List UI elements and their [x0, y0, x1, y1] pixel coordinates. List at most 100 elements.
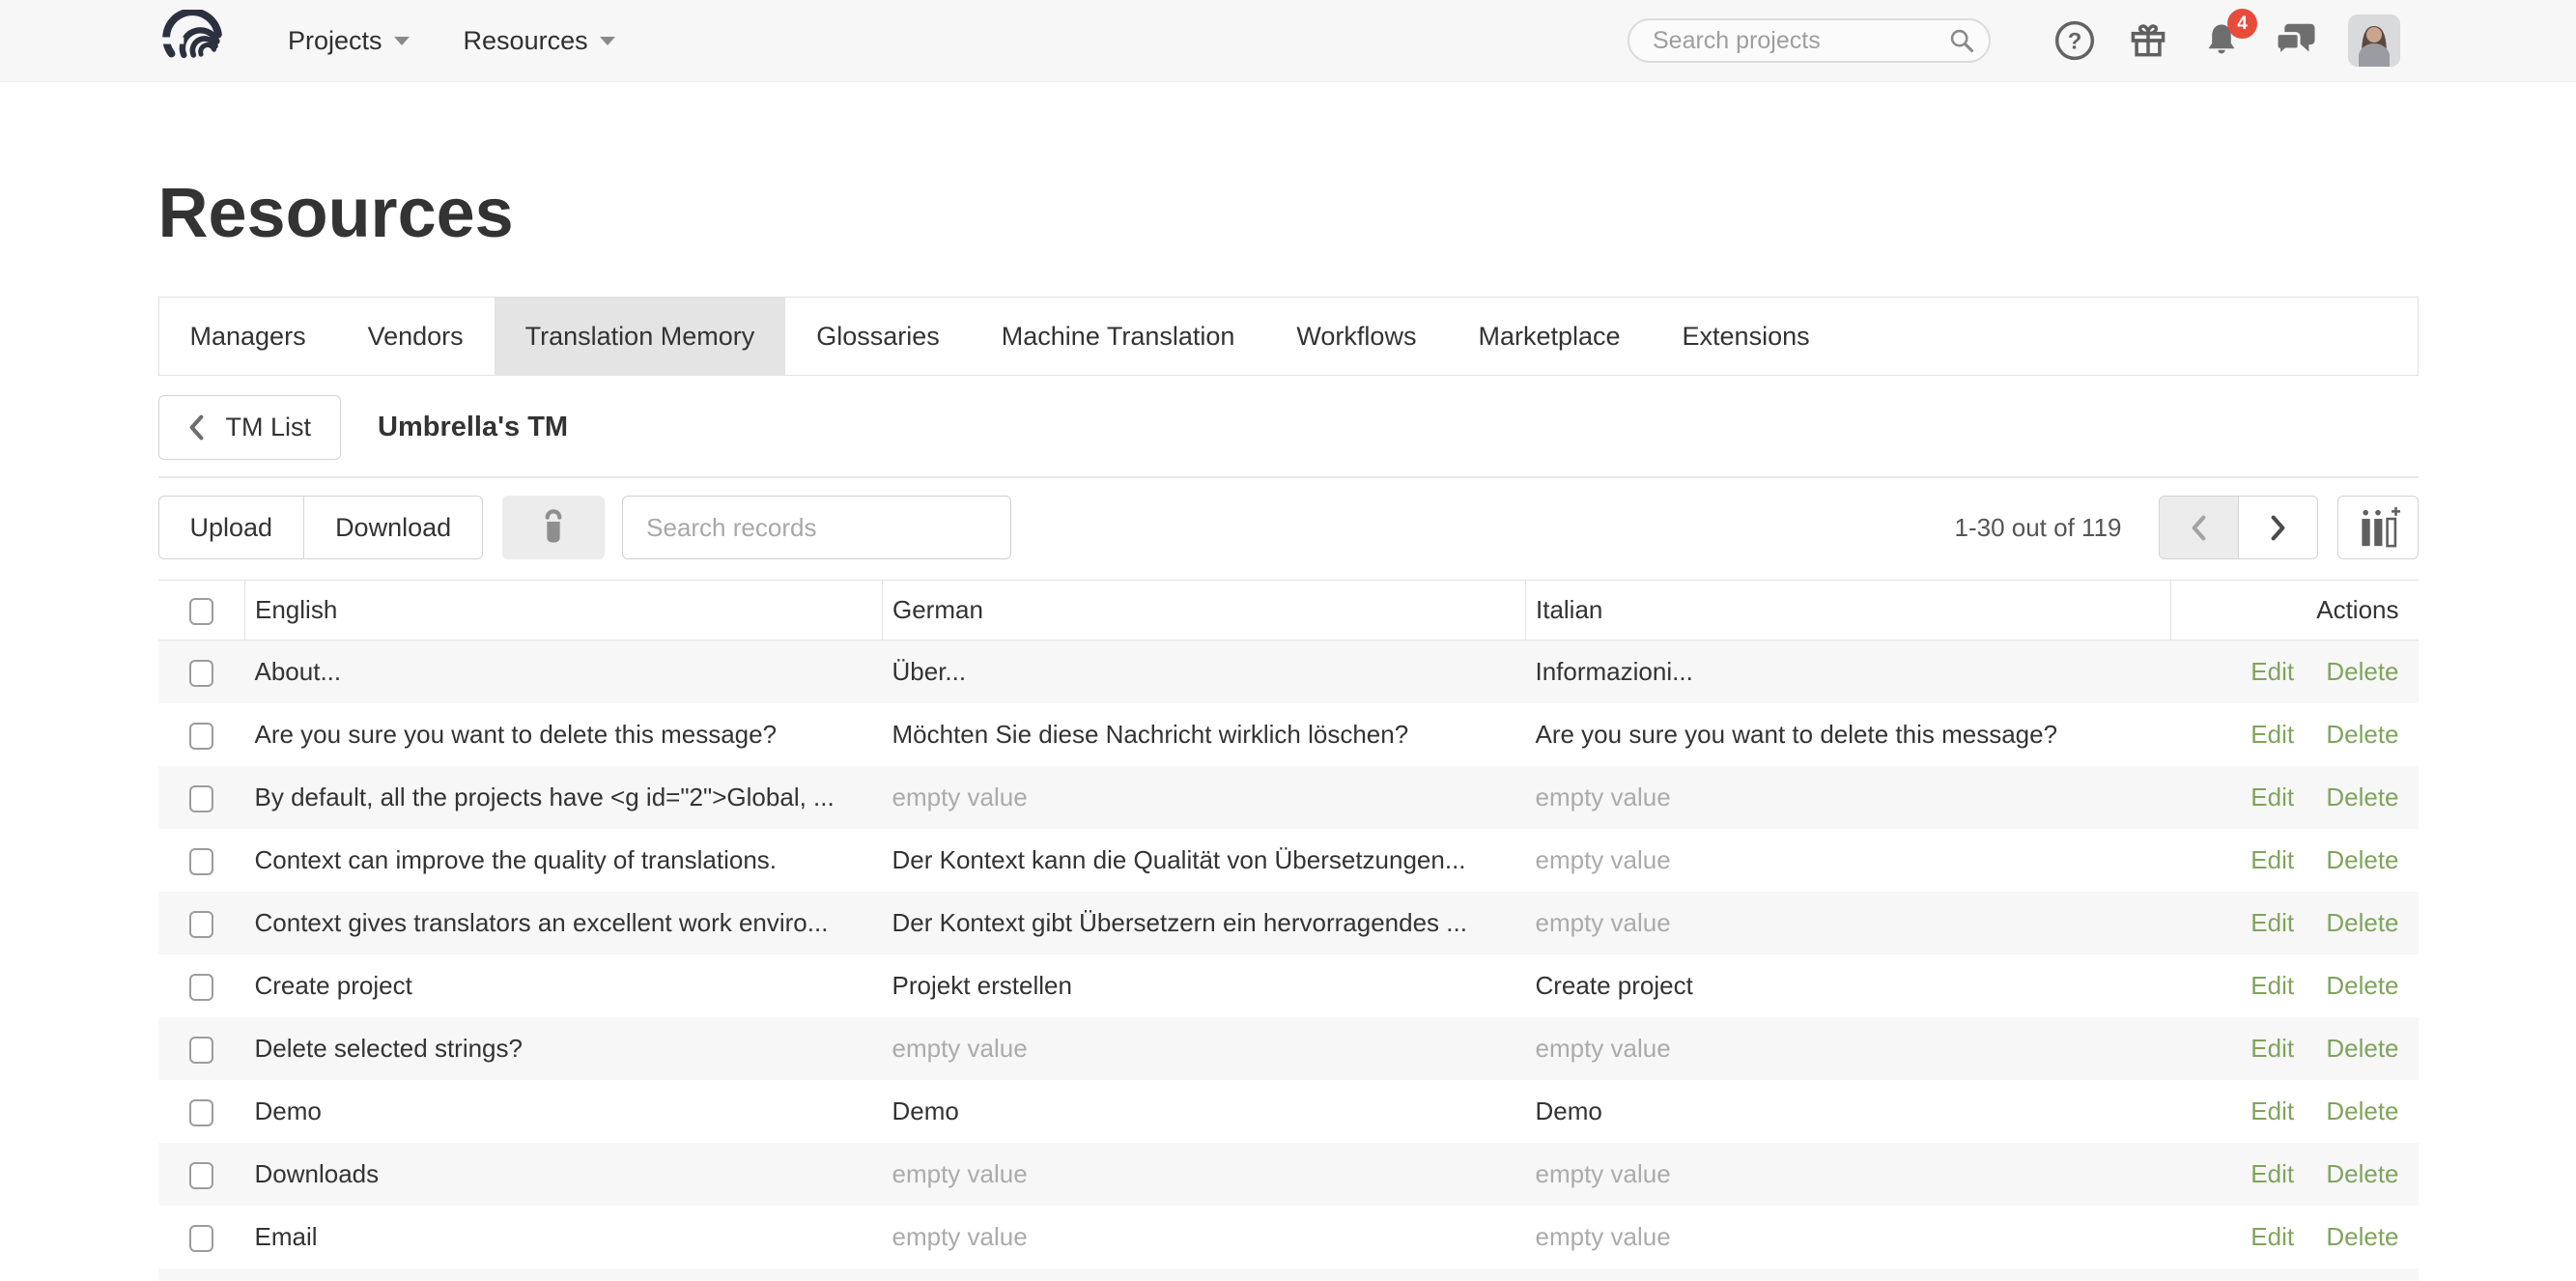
tab-glossaries[interactable]: Glossaries: [785, 298, 971, 375]
tab-workflows[interactable]: Workflows: [1265, 298, 1447, 375]
row-checkbox[interactable]: [189, 1037, 213, 1064]
header-german: German: [883, 581, 1526, 640]
table-body: About... Über... Informazioni... Edit De…: [158, 640, 2419, 1268]
edit-link[interactable]: Edit: [2250, 971, 2294, 1000]
edit-link[interactable]: Edit: [2250, 845, 2294, 874]
edit-link[interactable]: Edit: [2250, 720, 2294, 749]
tm-records-table: English German Italian Actions About... …: [158, 580, 2419, 1268]
row-checkbox[interactable]: [189, 1162, 213, 1189]
toolbar-right: 1-30 out of 119: [1955, 496, 2419, 559]
delete-link[interactable]: Delete: [2326, 1159, 2398, 1188]
edit-link[interactable]: Edit: [2250, 657, 2294, 686]
cell-german: Möchten Sie diese Nachricht wirklich lös…: [883, 703, 1526, 766]
table-row: Demo Demo Demo Edit Delete: [158, 1080, 2419, 1143]
notifications-bell-icon[interactable]: 4: [2197, 16, 2246, 65]
row-checkbox[interactable]: [189, 1225, 213, 1252]
tab-extensions[interactable]: Extensions: [1652, 298, 1841, 375]
help-icon[interactable]: ?: [2051, 16, 2099, 65]
cell-english: Delete selected strings?: [245, 1017, 883, 1080]
upload-button[interactable]: Upload: [158, 496, 305, 559]
cell-italian: empty value: [1526, 1206, 2171, 1268]
messages-chat-icon[interactable]: [2271, 16, 2319, 65]
search-icon[interactable]: [1948, 27, 1975, 59]
search-projects-input[interactable]: [1628, 18, 1991, 63]
page-content: Resources ManagersVendorsTranslation Mem…: [158, 179, 2419, 1281]
row-checkbox[interactable]: [189, 660, 213, 687]
prev-page-button[interactable]: [2159, 496, 2239, 559]
cell-english: Downloads: [245, 1143, 883, 1206]
cell-actions: Edit Delete: [2171, 829, 2419, 892]
cell-actions: Edit Delete: [2171, 1143, 2419, 1206]
tab-vendors[interactable]: Vendors: [337, 298, 495, 375]
gift-icon[interactable]: [2124, 16, 2172, 65]
cell-german: Der Kontext kann die Qualität von Überse…: [883, 829, 1526, 892]
nav-resources-menu[interactable]: Resources: [464, 26, 615, 56]
projects-search: [1628, 18, 1991, 63]
row-checkbox[interactable]: [189, 1099, 213, 1126]
edit-link[interactable]: Edit: [2250, 1034, 2294, 1063]
delete-link[interactable]: Delete: [2326, 908, 2398, 937]
cell-english: By default, all the projects have <g id=…: [245, 766, 883, 829]
search-records-input[interactable]: [622, 496, 1011, 559]
chevron-down-icon: [394, 37, 410, 53]
upload-download-group: Upload Download: [158, 496, 484, 559]
delete-link[interactable]: Delete: [2326, 971, 2398, 1000]
tab-translation-memory[interactable]: Translation Memory: [495, 298, 786, 375]
header-actions: Actions: [2171, 581, 2419, 640]
cell-italian: empty value: [1526, 766, 2171, 829]
table-row: Delete selected strings? empty value emp…: [158, 1017, 2419, 1080]
delete-link[interactable]: Delete: [2326, 720, 2398, 749]
next-page-button[interactable]: [2238, 496, 2318, 559]
row-checkbox[interactable]: [189, 785, 213, 812]
edit-link[interactable]: Edit: [2250, 1159, 2294, 1188]
row-checkbox[interactable]: [189, 911, 213, 938]
cell-actions: Edit Delete: [2171, 1206, 2419, 1268]
edit-link[interactable]: Edit: [2250, 1096, 2294, 1125]
cell-italian: Are you sure you want to delete this mes…: [1526, 703, 2171, 766]
user-avatar[interactable]: [2348, 14, 2400, 67]
manage-columns-button[interactable]: [2337, 496, 2419, 559]
row-checkbox[interactable]: [189, 974, 213, 1001]
delete-link[interactable]: Delete: [2326, 1222, 2398, 1251]
cell-english: Context gives translators an excellent w…: [245, 892, 883, 954]
cell-italian: Demo: [1526, 1080, 2171, 1143]
delete-link[interactable]: Delete: [2326, 1034, 2398, 1063]
chevron-right-icon: [2270, 514, 2286, 542]
cell-italian: empty value: [1526, 1143, 2171, 1206]
cell-italian: empty value: [1526, 1017, 2171, 1080]
cell-english: About...: [245, 640, 883, 703]
delete-link[interactable]: Delete: [2326, 845, 2398, 874]
table-row: Context can improve the quality of trans…: [158, 829, 2419, 892]
edit-link[interactable]: Edit: [2250, 908, 2294, 937]
table-row: Email empty value empty value Edit Delet…: [158, 1206, 2419, 1268]
cell-actions: Edit Delete: [2171, 640, 2419, 703]
columns-icon: [2356, 506, 2400, 549]
delete-link[interactable]: Delete: [2326, 657, 2398, 686]
table-row: About... Über... Informazioni... Edit De…: [158, 640, 2419, 703]
delete-link[interactable]: Delete: [2326, 783, 2398, 811]
tm-toolbar: Upload Download 1-30 out of 119: [158, 496, 2419, 559]
cell-english: Are you sure you want to delete this mes…: [245, 703, 883, 766]
nav-projects-menu[interactable]: Projects: [288, 26, 410, 56]
cell-german: Der Kontext gibt Übersetzern ein hervorr…: [883, 892, 1526, 954]
cell-actions: Edit Delete: [2171, 892, 2419, 954]
select-all-checkbox[interactable]: [189, 598, 213, 625]
row-checkbox[interactable]: [189, 723, 213, 750]
nav-projects-label: Projects: [288, 26, 382, 56]
cell-german: empty value: [883, 1017, 1526, 1080]
tab-marketplace[interactable]: Marketplace: [1447, 298, 1651, 375]
header-italian: Italian: [1526, 581, 2171, 640]
cell-italian: Create project: [1526, 954, 2171, 1017]
download-button[interactable]: Download: [303, 496, 483, 559]
top-navbar: Projects Resources ?: [0, 0, 2576, 82]
trash-icon: [538, 508, 569, 547]
tab-managers[interactable]: Managers: [159, 298, 337, 375]
edit-link[interactable]: Edit: [2250, 1222, 2294, 1251]
delete-records-button[interactable]: [502, 496, 605, 559]
delete-link[interactable]: Delete: [2326, 1096, 2398, 1125]
edit-link[interactable]: Edit: [2250, 783, 2294, 811]
app-logo-icon[interactable]: [155, 10, 234, 71]
tm-list-back-button[interactable]: TM List: [158, 395, 342, 460]
row-checkbox[interactable]: [189, 848, 213, 875]
tab-machine-translation[interactable]: Machine Translation: [971, 298, 1266, 375]
